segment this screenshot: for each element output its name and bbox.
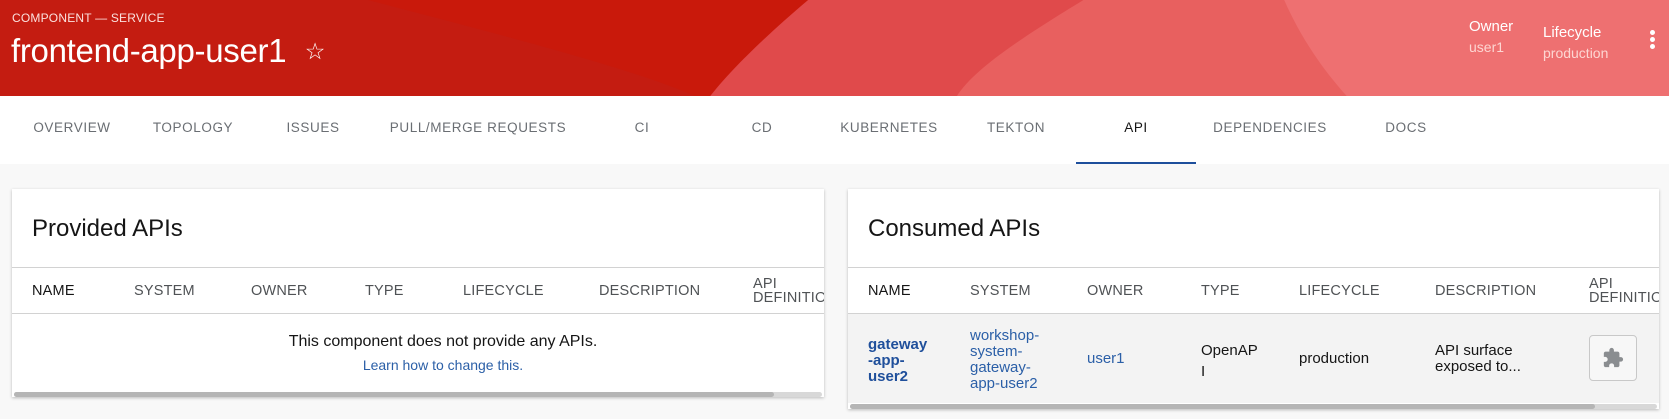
tab-topology[interactable]: TOPOLOGY — [134, 96, 252, 164]
api-description-line2: exposed to... — [1435, 358, 1521, 375]
api-definition-button[interactable] — [1589, 335, 1637, 381]
api-system-line1: workshop- — [970, 327, 1040, 344]
tab-docs[interactable]: DOCS — [1356, 96, 1456, 164]
consumed-apis-card: Consumed APIs NAME SYSTEM OWNER TYPE LIF… — [848, 189, 1659, 409]
column-header-description[interactable]: DESCRIPTION — [599, 283, 700, 299]
horizontal-scrollbar-thumb[interactable] — [14, 392, 774, 397]
api-name-line2: -app- — [868, 352, 905, 369]
api-system-line4: app-user2 — [970, 375, 1038, 392]
column-header-owner[interactable]: OWNER — [1087, 283, 1144, 299]
api-system-line2: system- — [970, 343, 1023, 360]
learn-how-link[interactable]: Learn how to change this. — [12, 357, 824, 373]
api-system-link[interactable]: workshop- system- gateway- app-user2 — [970, 328, 1039, 392]
tab-tekton[interactable]: TEKTON — [966, 96, 1066, 164]
entity-kind-label: COMPONENT — SERVICE — [12, 11, 165, 25]
tab-dependencies[interactable]: DEPENDENCIES — [1206, 96, 1334, 164]
api-name-link[interactable]: gateway -app- user2 — [868, 337, 927, 385]
api-type-line2: I — [1201, 363, 1206, 380]
column-header-type[interactable]: TYPE — [365, 283, 404, 299]
tab-issues[interactable]: ISSUES — [264, 96, 362, 164]
column-header-api-line2: DEFINITIO — [753, 290, 824, 306]
favorite-star-icon[interactable]: ☆ — [302, 38, 328, 64]
column-header-api-definition[interactable]: API DEFINITIO — [753, 277, 824, 306]
lifecycle-meta: Lifecycle production — [1543, 24, 1608, 61]
column-header-name[interactable]: NAME — [32, 283, 75, 299]
column-header-api-line2: DEFINITIO — [1589, 290, 1659, 306]
tab-api[interactable]: API — [1076, 96, 1196, 164]
api-description-line1: API surface — [1435, 342, 1513, 359]
table-header-rule — [12, 313, 824, 314]
api-name-line3: user2 — [868, 368, 909, 385]
owner-label: Owner — [1469, 18, 1514, 35]
card-divider — [848, 267, 1659, 268]
horizontal-scrollbar-thumb[interactable] — [850, 404, 1595, 409]
api-description: API surface exposed to... — [1435, 343, 1521, 375]
column-header-name[interactable]: NAME — [868, 283, 911, 299]
api-type-line1: OpenAP — [1201, 342, 1258, 359]
puzzle-piece-icon — [1603, 347, 1624, 368]
api-type: OpenAP I — [1201, 340, 1258, 382]
entity-tabs: OVERVIEW TOPOLOGY ISSUES PULL/MERGE REQU… — [0, 96, 1669, 164]
provided-apis-title: Provided APIs — [32, 215, 183, 242]
tab-overview[interactable]: OVERVIEW — [16, 96, 128, 164]
column-header-system[interactable]: SYSTEM — [970, 283, 1031, 299]
api-system-line3: gateway- — [970, 359, 1031, 376]
page-title: frontend-app-user1 — [11, 32, 287, 69]
tab-ci[interactable]: CI — [600, 96, 684, 164]
tab-pull-merge-requests[interactable]: PULL/MERGE REQUESTS — [380, 96, 576, 164]
column-header-api-definition[interactable]: API DEFINITIO — [1589, 277, 1659, 306]
table-row: gateway -app- user2 workshop- system- ga… — [848, 314, 1659, 403]
column-header-lifecycle[interactable]: LIFECYCLE — [1299, 283, 1380, 299]
lifecycle-label: Lifecycle — [1543, 24, 1602, 41]
column-header-owner[interactable]: OWNER — [251, 283, 308, 299]
entity-header: COMPONENT — SERVICE frontend-app-user1 ☆… — [0, 0, 1669, 96]
api-owner-link[interactable]: user1 — [1087, 351, 1125, 367]
column-header-type[interactable]: TYPE — [1201, 283, 1240, 299]
column-header-lifecycle[interactable]: LIFECYCLE — [463, 283, 544, 299]
more-options-kebab-icon[interactable] — [1645, 28, 1659, 54]
column-header-description[interactable]: DESCRIPTION — [1435, 283, 1536, 299]
api-lifecycle: production — [1299, 350, 1370, 367]
owner-meta: Owner user1 — [1469, 18, 1513, 55]
column-header-system[interactable]: SYSTEM — [134, 283, 195, 299]
lifecycle-value: production — [1543, 45, 1609, 61]
api-name-line1: gateway — [868, 336, 928, 353]
card-divider — [12, 267, 824, 268]
consumed-apis-title: Consumed APIs — [868, 215, 1041, 242]
owner-value[interactable]: user1 — [1469, 39, 1513, 55]
provided-apis-card: Provided APIs NAME SYSTEM OWNER TYPE LIF… — [12, 189, 824, 397]
tab-kubernetes[interactable]: KUBERNETES — [828, 96, 950, 164]
tab-cd[interactable]: CD — [718, 96, 806, 164]
empty-state-message: This component does not provide any APIs… — [288, 333, 598, 350]
